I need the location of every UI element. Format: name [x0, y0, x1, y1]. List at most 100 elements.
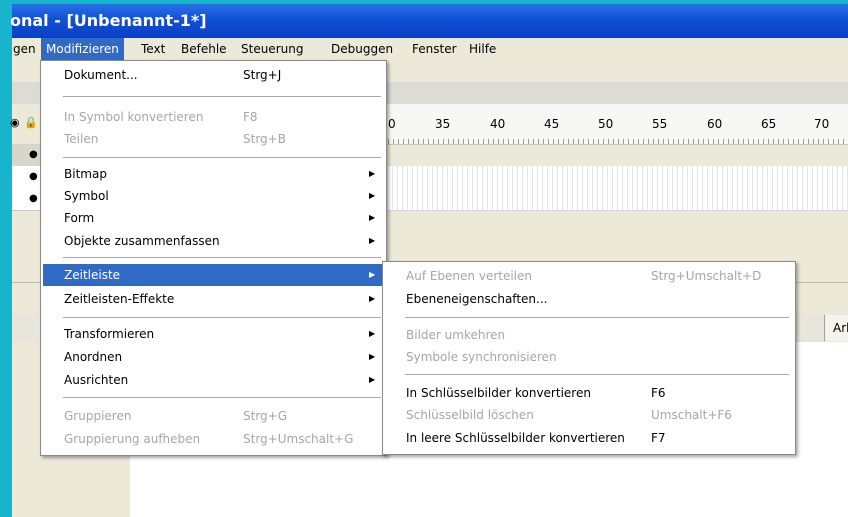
- menu-separator: [63, 157, 381, 158]
- ruler-number: 50: [598, 117, 614, 131]
- panel-tab[interactable]: Arb: [824, 315, 848, 341]
- menu-item-bilder-umkehren[interactable]: Bilder umkehren: [385, 324, 791, 346]
- frame-row[interactable]: [378, 166, 848, 189]
- menu-item-objekte-zusammenfassen[interactable]: Objekte zusammenfassen ▶: [43, 230, 383, 252]
- menu-text[interactable]: Text: [136, 38, 170, 60]
- frame-row[interactable]: [378, 188, 848, 211]
- menu-separator: [63, 257, 381, 258]
- submenu-arrow-icon: ▶: [369, 213, 376, 222]
- submenu-arrow-icon: ▶: [369, 329, 376, 338]
- menubar: gen Modifizieren Text Befehle Steuerung …: [12, 38, 848, 61]
- menu-item-label: Bilder umkehren: [406, 328, 506, 342]
- ruler-number: 65: [761, 117, 777, 131]
- menu-item-shortcut: F7: [651, 431, 666, 445]
- menu-item-ausrichten[interactable]: Ausrichten ▶: [43, 369, 383, 391]
- menu-hilfe[interactable]: Hilfe: [464, 38, 501, 60]
- menu-separator: [405, 317, 789, 318]
- submenu-arrow-icon: ▶: [369, 191, 376, 200]
- ruler-number: 55: [652, 117, 668, 131]
- menu-separator: [405, 374, 789, 375]
- menu-item-shortcut: Strg+J: [243, 68, 282, 82]
- menu-separator: [63, 96, 381, 97]
- menu-item-in-leere-schluesselbilder-konvertieren[interactable]: In leere Schlüsselbilder konvertieren F7: [385, 427, 791, 449]
- menu-fenster[interactable]: Fenster: [407, 38, 462, 60]
- menu-item-shortcut: Strg+Umschalt+G: [243, 432, 354, 446]
- layer-dot-icon: ●: [29, 171, 38, 182]
- menu-item-label: Bitmap: [64, 167, 107, 181]
- menu-item-shortcut: F6: [651, 386, 666, 400]
- menu-item-shortcut: Strg+Umschalt+D: [651, 269, 762, 283]
- menu-item-label: In leere Schlüsselbilder konvertieren: [406, 431, 625, 445]
- menu-befehle[interactable]: Befehle: [176, 38, 232, 60]
- menu-item-in-schluesselbilder-konvertieren[interactable]: In Schlüsselbilder konvertieren F6: [385, 382, 791, 404]
- ruler-ticks: [378, 139, 848, 144]
- timeline-ruler[interactable]: 0 35 40 45 50 55 60 65 70: [378, 104, 848, 145]
- menu-item-schluesselbild-loeschen[interactable]: Schlüsselbild löschen Umschalt+F6: [385, 404, 791, 426]
- submenu-arrow-icon: ▶: [369, 270, 376, 279]
- window-title: onal - [Unbenannt-1*]: [10, 11, 207, 30]
- ruler-number: 45: [544, 117, 560, 131]
- menu-item-teilen[interactable]: Teilen Strg+B: [43, 128, 383, 150]
- layer-dot-icon: ●: [29, 193, 38, 204]
- menu-item-label: Ebeneneigenschaften...: [406, 292, 548, 306]
- menu-item-anordnen[interactable]: Anordnen ▶: [43, 346, 383, 368]
- menu-item-symbole-synchronisieren[interactable]: Symbole synchronisieren: [385, 346, 791, 368]
- timeline-submenu: Auf Ebenen verteilen Strg+Umschalt+D Ebe…: [382, 261, 796, 455]
- menu-item-shortcut: Umschalt+F6: [651, 408, 732, 422]
- ruler-number: 60: [707, 117, 723, 131]
- menu-separator: [63, 397, 381, 398]
- menu-item-label: Symbol: [64, 189, 109, 203]
- menu-item-label: Form: [64, 211, 95, 225]
- menu-item-bitmap[interactable]: Bitmap ▶: [43, 163, 383, 185]
- menu-modifizieren[interactable]: Modifizieren: [41, 38, 124, 60]
- menu-item-symbol[interactable]: Symbol ▶: [43, 185, 383, 207]
- menu-item-label: Transformieren: [64, 327, 155, 341]
- menu-item-label: In Symbol konvertieren: [64, 110, 204, 124]
- menu-item-zeitleisten-effekte[interactable]: Zeitleisten-Effekte ▶: [43, 288, 383, 310]
- menu-item-label: Dokument...: [64, 68, 138, 82]
- menu-item-zeitleiste[interactable]: Zeitleiste ▶: [43, 264, 383, 286]
- menu-item-shortcut: Strg+B: [243, 132, 286, 146]
- menu-item-label: Auf Ebenen verteilen: [406, 269, 533, 283]
- menu-item-label: Ausrichten: [64, 373, 129, 387]
- ruler-number: 0: [388, 117, 396, 131]
- menu-gen[interactable]: gen: [8, 38, 41, 60]
- menu-item-transformieren[interactable]: Transformieren ▶: [43, 323, 383, 345]
- ruler-number: 35: [435, 117, 451, 131]
- layer-dot-icon: ●: [29, 149, 38, 160]
- menu-item-label: In Schlüsselbilder konvertieren: [406, 386, 591, 400]
- menu-item-label: Zeitleisten-Effekte: [64, 292, 175, 306]
- menu-item-shortcut: F8: [243, 110, 258, 124]
- eye-icon[interactable]: ◉: [10, 116, 20, 129]
- menu-item-label: Teilen: [64, 132, 99, 146]
- menu-item-auf-ebenen-verteilen[interactable]: Auf Ebenen verteilen Strg+Umschalt+D: [385, 265, 791, 287]
- menu-item-form[interactable]: Form ▶: [43, 207, 383, 229]
- lock-icon[interactable]: 🔒: [24, 116, 38, 129]
- menu-item-in-symbol-konvertieren[interactable]: In Symbol konvertieren F8: [43, 106, 383, 128]
- menu-item-label: Symbole synchronisieren: [406, 350, 557, 364]
- menu-item-gruppierung-aufheben[interactable]: Gruppierung aufheben Strg+Umschalt+G: [43, 428, 383, 450]
- menu-separator: [63, 317, 381, 318]
- menu-debuggen[interactable]: Debuggen: [326, 38, 398, 60]
- window-titlebar[interactable]: onal - [Unbenannt-1*]: [10, 4, 848, 38]
- menu-steuerung[interactable]: Steuerung: [236, 38, 308, 60]
- menu-item-label: Objekte zusammenfassen: [64, 234, 220, 248]
- submenu-arrow-icon: ▶: [369, 294, 376, 303]
- menu-item-dokument[interactable]: Dokument... Strg+J: [43, 64, 383, 86]
- modify-menu: Dokument... Strg+J In Symbol konvertiere…: [40, 60, 387, 456]
- desktop-edge-left: [0, 0, 12, 517]
- menu-item-label: Zeitleiste: [64, 268, 121, 282]
- submenu-arrow-icon: ▶: [369, 352, 376, 361]
- menu-item-ebeneneigenschaften[interactable]: Ebeneneigenschaften...: [385, 288, 791, 310]
- menu-item-label: Schlüsselbild löschen: [406, 408, 534, 422]
- ruler-number: 70: [814, 117, 830, 131]
- menu-item-shortcut: Strg+G: [243, 409, 288, 423]
- submenu-arrow-icon: ▶: [369, 169, 376, 178]
- menu-item-label: Gruppieren: [64, 409, 132, 423]
- menu-item-label: Anordnen: [64, 350, 123, 364]
- ruler-number: 40: [490, 117, 506, 131]
- menu-item-label: Gruppierung aufheben: [64, 432, 201, 446]
- submenu-arrow-icon: ▶: [369, 375, 376, 384]
- menu-item-gruppieren[interactable]: Gruppieren Strg+G: [43, 405, 383, 427]
- submenu-arrow-icon: ▶: [369, 236, 376, 245]
